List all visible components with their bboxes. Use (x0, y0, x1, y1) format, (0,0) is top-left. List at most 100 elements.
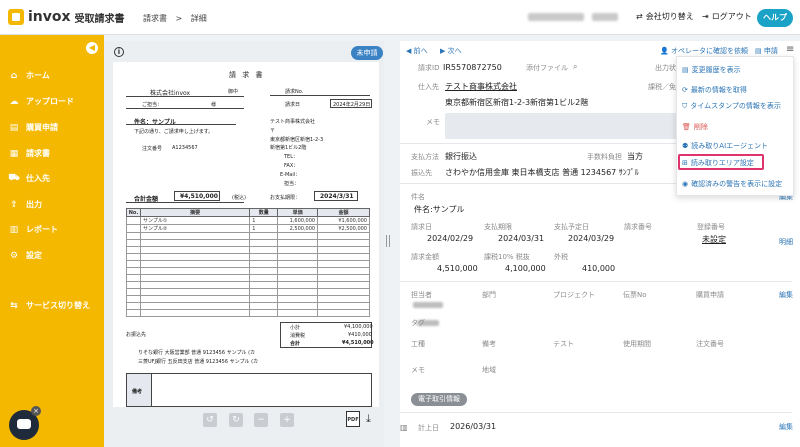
col-header: 摘要 (139, 208, 251, 217)
doc-grand-label: 合計 (290, 341, 301, 347)
reg-no-value[interactable]: 未設定 (702, 234, 726, 245)
doc-due-label: お支払期限： (270, 195, 301, 201)
paperclip-icon[interactable]: ⌕ (573, 62, 577, 72)
refresh-icon: ⟳ (682, 86, 688, 94)
trash-icon: 🗑 (682, 123, 691, 131)
doc-recipient-suffix: 御中 (228, 89, 239, 95)
download-icon[interactable]: ⤓ (366, 412, 371, 426)
doc-total-value: ¥4,510,000 (180, 193, 218, 200)
sidebar-item-suppliers[interactable]: ⛟ 仕入先 (8, 173, 50, 184)
project-label: プロジェクト (553, 291, 595, 299)
doc-tax-label: 消費税 (290, 333, 306, 339)
invoice-no-label: 請求番号 (624, 223, 652, 231)
pdf-icon[interactable]: PDF (346, 411, 360, 427)
apply-button[interactable]: ▤ 申請 (755, 46, 778, 56)
menu-item-history[interactable]: ▤ 変更履歴を表示 (682, 65, 741, 75)
underline (126, 124, 236, 125)
edit-booking-button[interactable]: 編集 (779, 422, 793, 432)
dept-label: 部門 (482, 291, 496, 299)
doc-grand-value: ¥4,510,000 (342, 340, 374, 346)
doc-issuer-zip: 〒 (270, 128, 276, 134)
help-button[interactable]: ヘルプ (757, 9, 793, 27)
undo-icon[interactable]: ↺ (203, 413, 217, 427)
doc-icon: ▤ (9, 122, 19, 133)
eye-icon: ◉ (682, 180, 689, 188)
zoom-out-icon[interactable]: − (254, 413, 268, 427)
divider (400, 412, 792, 413)
menu-item-refresh[interactable]: ⟳ 最新の情報を取得 (682, 85, 747, 95)
person-icon: 👤 (660, 47, 669, 55)
sidebar-item-invoices[interactable]: ▦ 請求書 (8, 148, 50, 159)
ask-operator-button[interactable]: 👤 オペレータに確認を依頼 (660, 46, 748, 56)
sidebar-item-home[interactable]: ⌂ ホーム (8, 70, 50, 81)
request-id-label: 請求ID (418, 64, 440, 72)
menu-item-show-warnings[interactable]: ◉ 確認済みの警告を表示に設定 (682, 179, 782, 189)
table-cell (126, 216, 141, 225)
order-no-label: 注文番号 (696, 340, 724, 348)
doc-issuer-email: E-Mail： (280, 172, 301, 178)
doc-invoice-date: 2024年2月29日 (333, 102, 371, 108)
sidebar-item-settings[interactable]: ⚙ 設定 (8, 250, 42, 261)
switch-company-button[interactable]: ⇄ 会社切り替え (636, 11, 694, 22)
prev-button[interactable]: ◀ 前へ (406, 46, 428, 56)
logout-label: ログアウト (711, 12, 752, 21)
memo2-label: メモ (411, 366, 425, 374)
info-icon[interactable]: i (114, 47, 124, 57)
table-row (126, 246, 370, 254)
doc-bank-2: 三菱UFJ銀行 五反田支店 普通 9123456 サンプル (カ (138, 359, 259, 365)
breadcrumb-invoices[interactable]: 請求書 (143, 14, 167, 23)
tax-class-label: 課税／免 (648, 83, 676, 91)
booking-label: 計上日 (418, 424, 439, 432)
prev-label: 前へ (413, 47, 428, 55)
sidebar-item-output[interactable]: ⇪ 出力 (8, 199, 42, 210)
dest-value: さわやか信用金庫 東日本橋支店 普通 1234567 ｻﾝﾌﾟﾙ (445, 168, 639, 177)
sidebar-item-service-switch[interactable]: ⇆ サービス切り替え (8, 300, 90, 311)
resize-handle[interactable] (386, 235, 390, 247)
doc-greeting: ご担当： (142, 102, 163, 108)
app-logo[interactable]: invox 受取請求書 (8, 9, 125, 25)
table-cell: 1 (249, 224, 279, 233)
sidebar-item-upload[interactable]: ☁ アップロード (8, 96, 75, 107)
doc-order-no-label: 注文番号 (142, 146, 163, 152)
reg-no-label: 登録番号 (697, 223, 725, 231)
sidebar-collapse-icon[interactable]: ◀ (86, 42, 98, 54)
sidebar-item-label: 設定 (26, 251, 42, 260)
redo-icon[interactable]: ↻ (229, 413, 243, 427)
date-value: 2024/02/29 (427, 234, 474, 243)
sidebar-item-label: レポート (26, 225, 58, 234)
doc-icon: ▤ (682, 66, 689, 74)
doc-remarks-label: 備考 (132, 389, 143, 395)
menu-item-timestamp[interactable]: ⛉ タイムスタンプの情報を表示 (682, 101, 781, 111)
next-button[interactable]: ▶ 次へ (440, 46, 462, 56)
table-row (126, 281, 370, 289)
sidebar-item-label: アップロード (26, 97, 74, 106)
menu-item-ai-agent[interactable]: ⚉ 読み取りAIエージェント (682, 141, 768, 151)
table-row (126, 260, 370, 268)
supplier-link[interactable]: テスト商事株式会社 (445, 81, 517, 92)
zoom-in-icon[interactable]: + (280, 413, 294, 427)
menu-item-delete[interactable]: 🗑 削除 (682, 122, 708, 132)
account-name-blurred (528, 13, 584, 21)
table-cell: 1 (249, 216, 279, 225)
sidebar-item-label: 購買申請 (26, 123, 58, 132)
menu-icon[interactable]: ≡ (786, 44, 794, 55)
gear-icon: ⚙ (9, 250, 19, 261)
status-badge: 未申請 (351, 46, 383, 60)
doc-title: 請 求 書 (229, 71, 265, 79)
table-cell: ¥1,600,000 (317, 216, 370, 225)
memo-label: メモ (426, 118, 440, 126)
col-header: 単価 (277, 208, 319, 217)
logout-icon: ⇥ (702, 12, 709, 21)
sidebar-item-label: サービス切り替え (26, 301, 90, 310)
switch-icon: ⇆ (10, 300, 18, 311)
sidebar-item-purchase[interactable]: ▤ 購買申請 (8, 122, 58, 133)
outside-tax-label: 外税 (554, 253, 568, 261)
menu-item-read-area[interactable]: ⊞ 読み取りエリア設定 (682, 158, 754, 168)
sidebar-item-report[interactable]: ▥ レポート (8, 224, 58, 235)
edit-person-button[interactable]: 編集 (779, 290, 793, 300)
remarks-label: 備考 (482, 340, 496, 348)
detail-button[interactable]: 明細 (779, 237, 793, 247)
logout-button[interactable]: ⇥ ログアウト (702, 11, 752, 22)
invox-logo-icon (8, 9, 24, 25)
close-icon[interactable]: × (31, 406, 41, 416)
